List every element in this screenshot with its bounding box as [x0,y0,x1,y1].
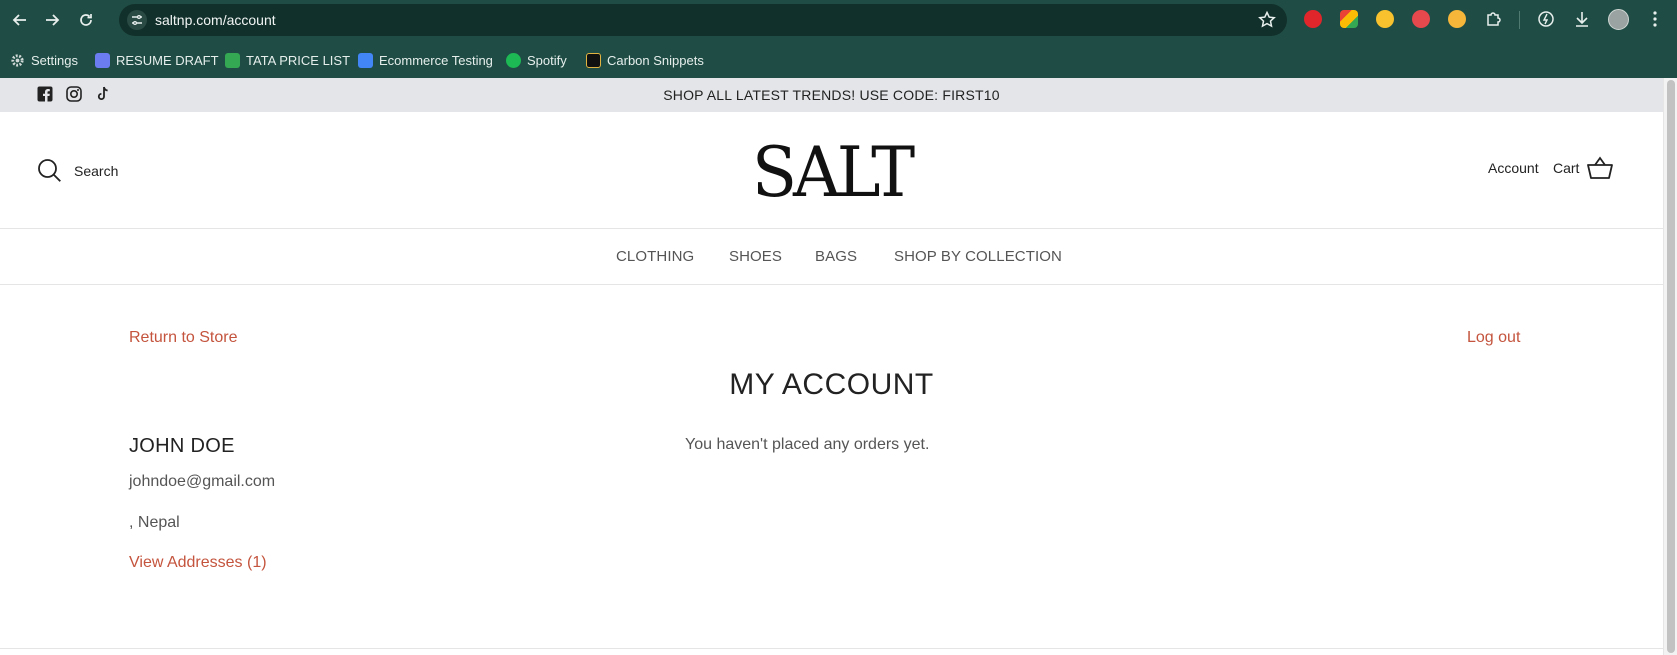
forward-button[interactable] [40,8,64,32]
browser-chrome: saltnp.com/account Settings RESUME DRAFT… [0,0,1677,78]
yellow-face-extension-icon[interactable] [1448,10,1466,28]
main-menu: CLOTHING SHOES BAGS SHOP BY COLLECTION [0,229,1663,285]
web-page: SHOP ALL LATEST TRENDS! USE CODE: FIRST1… [0,78,1663,655]
reload-button[interactable] [74,8,98,32]
menu-item-shop-by-collection[interactable]: SHOP BY COLLECTION [894,248,1062,265]
bookmark-label: TATA PRICE LIST [246,52,351,68]
download-icon[interactable] [1572,9,1592,29]
extensions-puzzle-icon[interactable] [1484,9,1504,29]
bookmark-label: Carbon Snippets [607,52,704,68]
bookmark-carbon-snippets[interactable]: Carbon Snippets [586,51,704,69]
footer-divider [0,648,1663,649]
arrow-left-icon [12,14,26,26]
spotify-icon [506,52,521,68]
site-info-icon[interactable] [127,10,147,30]
bookmarks-bar: Settings RESUME DRAFT TATA PRICE LIST Ec… [0,46,1677,74]
bookmark-label: Settings [31,52,78,68]
bookmark-ecommerce-testing[interactable]: Ecommerce Testing [358,51,493,69]
red-hand-extension-icon[interactable] [1304,10,1322,28]
site-logo[interactable]: SALT [0,132,1663,213]
reload-icon [80,14,92,26]
docs-icon [358,52,373,68]
basket-icon [1587,156,1614,179]
view-addresses-link[interactable]: View Addresses (1) [129,554,267,572]
performance-icon[interactable] [1536,9,1556,29]
menu-item-shoes[interactable]: SHOES [729,248,782,265]
account-link[interactable]: Account [1488,160,1539,176]
red-badge-extension-icon[interactable] [1412,10,1430,28]
menu-item-clothing[interactable]: CLOTHING [616,248,694,265]
bookmark-settings[interactable]: Settings [10,51,78,69]
customer-name: JOHN DOE [129,435,235,457]
bookmark-label: RESUME DRAFT [116,52,219,68]
kebab-menu-icon[interactable] [1645,9,1665,29]
sheets-icon [225,52,240,68]
carbon-icon [586,52,601,68]
back-button[interactable] [8,8,32,32]
address-bar[interactable]: saltnp.com/account [119,4,1287,36]
document-icon [95,52,110,68]
profile-avatar[interactable] [1608,9,1629,30]
orders-empty-message: You haven't placed any orders yet. [685,436,930,453]
site-header: Search SALT Account Cart [0,112,1663,229]
browser-toolbar: saltnp.com/account [0,0,1677,40]
cart-label: Cart [1553,160,1580,176]
colorful-extension-icon[interactable] [1340,10,1358,28]
toolbar-separator [1519,11,1520,29]
gear-icon [10,53,25,68]
bookmark-resume-draft[interactable]: RESUME DRAFT [95,51,219,69]
cart-button[interactable]: Cart [1553,156,1614,180]
bookmark-label: Spotify [527,52,567,68]
page-title: MY ACCOUNT [729,368,934,401]
logout-link[interactable]: Log out [1467,329,1520,347]
bookmark-spotify[interactable]: Spotify [506,51,567,69]
bookmark-label: Ecommerce Testing [379,52,493,68]
announcement-text: SHOP ALL LATEST TRENDS! USE CODE: FIRST1… [663,87,1000,103]
url-text[interactable]: saltnp.com/account [155,12,276,28]
announcement-bar: SHOP ALL LATEST TRENDS! USE CODE: FIRST1… [0,78,1663,112]
menu-item-bags[interactable]: BAGS [815,248,857,265]
return-to-store-link[interactable]: Return to Store [129,329,238,347]
arrow-right-icon [46,14,60,26]
page-scrollbar[interactable] [1663,78,1677,655]
scrollbar-thumb[interactable] [1667,80,1675,653]
account-content: Return to Store Log out MY ACCOUNT JOHN … [0,285,1663,655]
customer-country: , Nepal [129,514,180,531]
customer-email: johndoe@gmail.com [129,473,276,490]
yellow-clock-extension-icon[interactable] [1376,10,1394,28]
bookmark-star-icon[interactable] [1257,10,1277,30]
bookmark-tata-price-list[interactable]: TATA PRICE LIST [225,51,350,69]
